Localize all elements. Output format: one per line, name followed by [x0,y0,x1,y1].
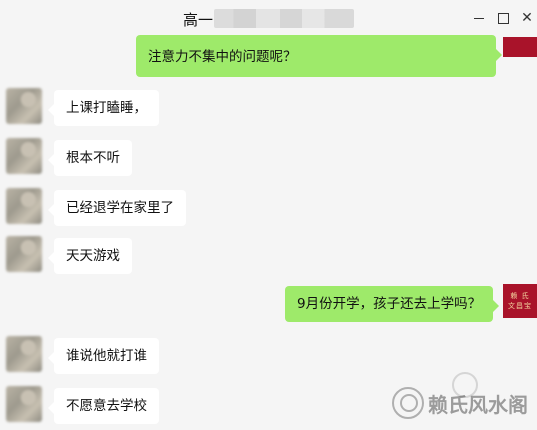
minimize-button[interactable] [467,6,491,30]
maximize-icon [497,12,509,24]
avatar-contact[interactable] [6,88,42,124]
maximize-button[interactable] [491,6,515,30]
message-bubble-incoming[interactable]: 已经退学在家里了 [48,190,186,226]
message-bubble-incoming[interactable]: 上课打瞌睡， [48,90,159,126]
message-bubble-incoming[interactable]: 天天游戏 [48,238,132,274]
watermark: 赖氏风水阁 [392,383,532,423]
avatar-contact[interactable] [6,236,42,272]
message-bubble-incoming[interactable]: 不愿意去学校 [48,388,159,424]
message-bubble-outgoing[interactable]: 注意力不集中的问题呢？ [136,35,502,77]
message-bubble-incoming[interactable]: 根本不听 [48,140,132,176]
close-icon: ✕ [521,10,533,26]
avatar-contact[interactable] [6,336,42,372]
chat-title: 高一 [183,11,214,29]
message-bubble-incoming[interactable]: 谁说他就打谁 [48,338,159,374]
avatar-contact[interactable] [6,188,42,224]
minimize-icon [474,17,484,19]
close-button[interactable]: ✕ [515,6,537,30]
blurred-contact-name [214,9,354,28]
watermark-logo-icon [392,387,424,419]
avatar-contact[interactable] [6,138,42,174]
avatar-self[interactable]: 赖 氏 文昌宝 [503,284,537,318]
avatar-self[interactable] [503,37,537,57]
message-bubble-outgoing[interactable]: 9月份开学，孩子还去上学吗？ [285,286,500,322]
title-bar: 高一 ✕ [0,0,537,36]
avatar-contact[interactable] [6,386,42,422]
